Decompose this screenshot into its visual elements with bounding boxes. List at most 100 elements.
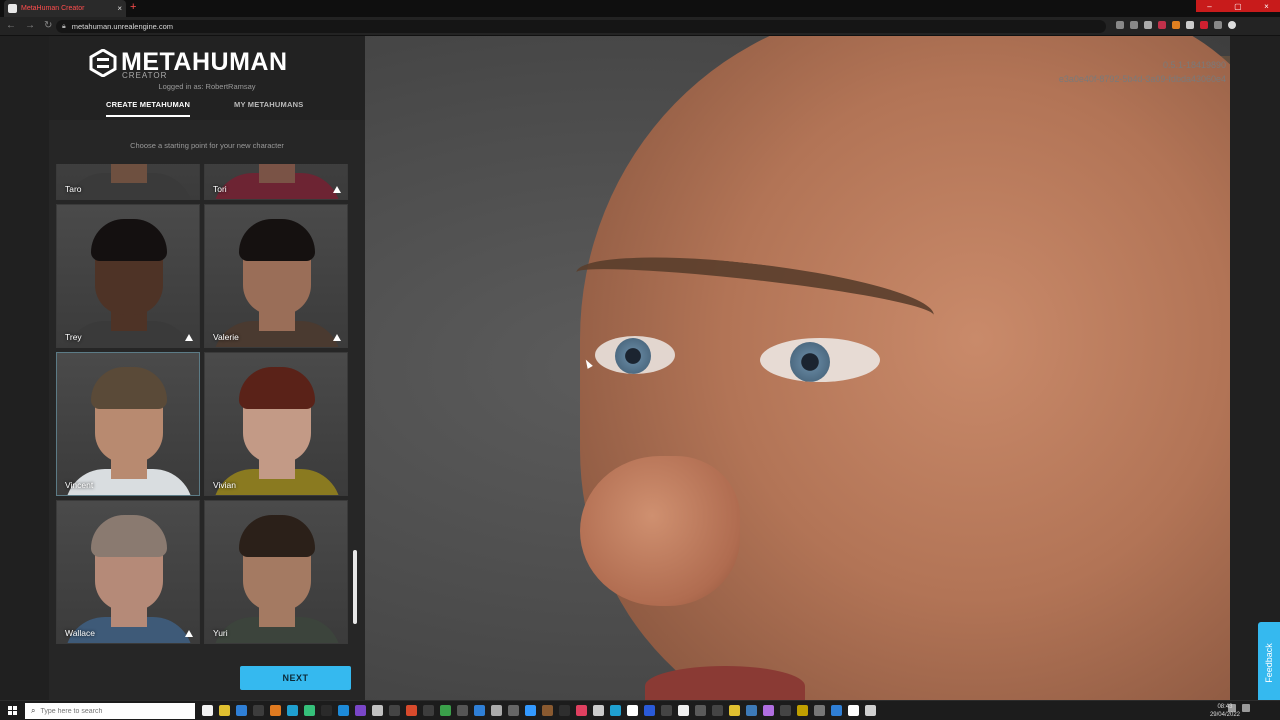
browser-tab[interactable]: MetaHuman Creator ×: [4, 0, 126, 17]
address-bar-row: ← → ↻ 🔒︎ metahuman.unrealengine.com: [0, 17, 1280, 36]
taskbar-app-icon[interactable]: [457, 705, 468, 716]
feedback-button[interactable]: Feedback: [1258, 622, 1280, 700]
taskbar-app-icon[interactable]: [729, 705, 740, 716]
taskbar-app-icon[interactable]: [236, 705, 247, 716]
taskbar-app-icon[interactable]: [593, 705, 604, 716]
rss-icon[interactable]: [1172, 21, 1180, 29]
taskbar-app-icon[interactable]: [627, 705, 638, 716]
preset-card-taro[interactable]: Taro: [56, 164, 200, 200]
extension-icons: [1116, 21, 1236, 29]
preset-card-vincent[interactable]: Vincent: [56, 352, 200, 496]
preset-card-wallace[interactable]: Wallace: [56, 500, 200, 644]
back-icon[interactable]: ←: [6, 20, 16, 31]
logo-subtitle: CREATOR: [122, 71, 168, 80]
taskbar-app-icon[interactable]: [270, 705, 281, 716]
page: METAHUMAN CREATOR Logged in as: RobertRa…: [0, 36, 1280, 700]
build-id: e3a0e40f-8792-5b4d-3a09-fdbda43060e4: [1058, 74, 1226, 84]
tab-my-metahumans[interactable]: MY METAHUMANS: [234, 100, 303, 109]
taskbar-app-icon[interactable]: [746, 705, 757, 716]
metahuman-logo-icon: [89, 48, 117, 77]
taskbar-app-icon[interactable]: [355, 705, 366, 716]
extension-icon[interactable]: [1186, 21, 1194, 29]
taskbar-app-icon[interactable]: [491, 705, 502, 716]
taskbar-app-icon[interactable]: [202, 705, 213, 716]
windows-start-icon[interactable]: [8, 706, 18, 716]
maximize-button[interactable]: ▢: [1234, 2, 1242, 11]
taskbar-app-icon[interactable]: [440, 705, 451, 716]
preset-card-trey[interactable]: Trey: [56, 204, 200, 348]
preset-name: Wallace: [65, 628, 95, 638]
forward-icon[interactable]: →: [25, 20, 35, 31]
taskbar-search-input[interactable]: [40, 707, 181, 715]
taskbar-app-icon[interactable]: [644, 705, 655, 716]
taskbar-app-icon[interactable]: [576, 705, 587, 716]
taskbar-app-icon[interactable]: [763, 705, 774, 716]
taskbar-clock[interactable]: 08:43 29/04/2022: [1210, 703, 1240, 719]
taskbar-app-icon[interactable]: [559, 705, 570, 716]
preset-scrollbar[interactable]: [353, 550, 357, 624]
preset-name: Tori: [213, 184, 227, 194]
taskbar-app-icon[interactable]: [321, 705, 332, 716]
character-viewport[interactable]: 0.5.1-18419890 e3a0e40f-8792-5b4d-3a09-f…: [365, 36, 1230, 700]
taskbar-app-icon[interactable]: [525, 705, 536, 716]
warning-icon: [333, 186, 341, 193]
screen-icon[interactable]: [1116, 21, 1124, 29]
next-button[interactable]: NEXT: [240, 666, 351, 690]
minimize-button[interactable]: ‒: [1207, 2, 1211, 11]
preset-card-tori[interactable]: Tori: [204, 164, 348, 200]
taskbar-app-icon[interactable]: [304, 705, 315, 716]
taskbar-app-icon[interactable]: [406, 705, 417, 716]
taskbar-app-icon[interactable]: [372, 705, 383, 716]
preset-name: Valerie: [213, 332, 239, 342]
lock-icon: 🔒︎: [62, 22, 66, 30]
taskbar-app-icon[interactable]: [678, 705, 689, 716]
taskbar-app-icon[interactable]: [338, 705, 349, 716]
star-icon[interactable]: [1144, 21, 1152, 29]
profile-avatar-icon[interactable]: [1228, 21, 1236, 29]
taskbar-app-icon[interactable]: [423, 705, 434, 716]
feedback-label: Feedback: [1264, 643, 1274, 683]
preset-card-valerie[interactable]: Valerie: [204, 204, 348, 348]
preset-card-vivian[interactable]: Vivian: [204, 352, 348, 496]
extension-icon[interactable]: [1158, 21, 1166, 29]
character-lip: [645, 666, 805, 700]
volume-icon[interactable]: [1242, 704, 1250, 712]
window-controls: ‒ ▢ ×: [1196, 0, 1280, 12]
preset-name: Vivian: [213, 480, 236, 490]
extension-icon[interactable]: [1214, 21, 1222, 29]
preset-name: Trey: [65, 332, 82, 342]
extension-icon[interactable]: [1200, 21, 1208, 29]
version-number: 0.5.1-18419890: [1162, 60, 1226, 70]
taskbar-app-icon[interactable]: [780, 705, 791, 716]
version-info: 0.5.1-18419890 e3a0e40f-8792-5b4d-3a09-f…: [1059, 58, 1226, 86]
taskbar-app-icon[interactable]: [831, 705, 842, 716]
taskbar-app-icon[interactable]: [542, 705, 553, 716]
browser-tab-title: MetaHuman Creator: [21, 5, 85, 12]
taskbar-app-icon[interactable]: [508, 705, 519, 716]
taskbar-app-icon[interactable]: [797, 705, 808, 716]
url-bar[interactable]: 🔒︎ metahuman.unrealengine.com: [56, 20, 1106, 33]
taskbar-app-icon[interactable]: [814, 705, 825, 716]
close-tab-icon[interactable]: ×: [117, 4, 122, 13]
taskbar-app-icon[interactable]: [695, 705, 706, 716]
taskbar-search[interactable]: ⌕: [25, 703, 195, 719]
warning-icon: [185, 334, 193, 341]
preset-card-yuri[interactable]: Yuri: [204, 500, 348, 644]
share-icon[interactable]: [1130, 21, 1138, 29]
tab-create-metahuman[interactable]: CREATE METAHUMAN: [106, 100, 191, 117]
taskbar-app-icon[interactable]: [865, 705, 876, 716]
taskbar-app-icon[interactable]: [219, 705, 230, 716]
taskbar-app-icon[interactable]: [610, 705, 621, 716]
reload-icon[interactable]: ↻: [44, 20, 52, 31]
main-tabs: CREATE METAHUMAN MY METAHUMANS: [49, 100, 365, 120]
taskbar-app-icon[interactable]: [389, 705, 400, 716]
taskbar-app-icon[interactable]: [287, 705, 298, 716]
close-window-button[interactable]: ×: [1264, 2, 1269, 11]
new-tab-button[interactable]: +: [130, 1, 136, 13]
preset-grid: Taro Tori Trey Valerie Vincent Vivian Wallace Y…: [56, 164, 348, 654]
taskbar-app-icon[interactable]: [848, 705, 859, 716]
taskbar-app-icon[interactable]: [253, 705, 264, 716]
taskbar-app-icon[interactable]: [474, 705, 485, 716]
taskbar-app-icon[interactable]: [712, 705, 723, 716]
taskbar-app-icon[interactable]: [661, 705, 672, 716]
